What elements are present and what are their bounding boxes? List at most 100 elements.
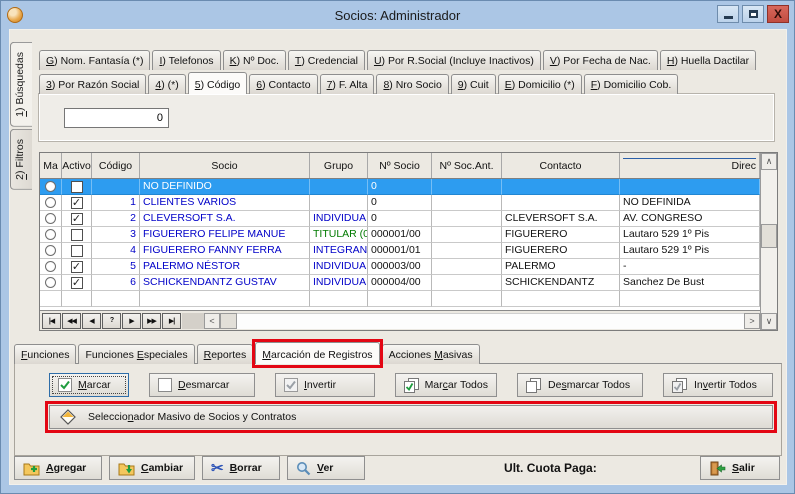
record-nav-button-0[interactable]: |◀	[42, 313, 61, 329]
function-tab-funciones[interactable]: Funciones	[14, 344, 76, 364]
button-label: Borrar	[230, 462, 262, 474]
function-tab-marcaci-n-de-registros[interactable]: Marcación de Registros	[255, 342, 379, 364]
invertir-button[interactable]: Invertir	[275, 373, 375, 397]
grid-row-0[interactable]: NO DEFINIDO0	[40, 179, 760, 195]
cell-direccion: -	[620, 259, 760, 275]
search-tab-t-credencial[interactable]: T) Credencial	[288, 50, 365, 70]
column-header-grupo[interactable]: Grupo	[310, 153, 368, 178]
close-button[interactable]: X	[767, 5, 789, 23]
marcar-button[interactable]: Marcar	[49, 373, 129, 397]
cambiar-button[interactable]: Cambiar	[109, 456, 195, 480]
row-radio[interactable]	[45, 197, 56, 208]
function-tab-funciones-especiales[interactable]: Funciones Especiales	[78, 344, 194, 364]
cell-marca	[40, 227, 62, 243]
function-tab-acciones-masivas[interactable]: Acciones Masivas	[382, 344, 480, 364]
search-tab-4[interactable]: 4) (*)	[148, 74, 185, 94]
grid-row-1[interactable]: ✓1CLIENTES VARIOS0NO DEFINIDA	[40, 195, 760, 211]
borrar-button[interactable]: ✂Borrar	[202, 456, 280, 480]
search-tab-7-f-alta[interactable]: 7) F. Alta	[320, 74, 375, 94]
ult-cuota-paga-label: Ult. Cuota Paga:	[504, 461, 597, 475]
search-tabs-row2: 3) Por Razón Social4) (*)5) Código6) Con…	[39, 70, 678, 94]
exit-door-icon	[709, 461, 726, 476]
v-scroll-thumb[interactable]	[761, 224, 777, 248]
h-scroll-right-button[interactable]: >	[744, 313, 760, 329]
row-radio[interactable]	[45, 245, 56, 256]
column-header-n-soc-ant[interactable]: Nº Soc.Ant.	[432, 153, 502, 178]
column-header-c-digo[interactable]: Código	[92, 153, 140, 178]
cell-codigo	[92, 179, 140, 195]
v-scroll-down-button[interactable]: ∨	[761, 313, 777, 330]
seleccionador-masivo-button[interactable]: Seleccionador Masivo de Socios y Contrat…	[49, 405, 773, 429]
record-nav-button-4[interactable]: ▶	[122, 313, 141, 329]
cell-contacto	[502, 195, 620, 211]
function-tab-reportes[interactable]: Reportes	[197, 344, 254, 364]
activo-checkbox[interactable]	[71, 229, 83, 241]
activo-checkbox[interactable]: ✓	[71, 261, 83, 273]
activo-checkbox[interactable]	[71, 245, 83, 257]
grid-row-3[interactable]: 3FIGUERERO FELIPE MANUETITULAR (0)000001…	[40, 227, 760, 243]
h-scroll-track[interactable]	[237, 313, 744, 329]
row-radio[interactable]	[45, 229, 56, 240]
column-header-activo[interactable]: Activo	[62, 153, 92, 178]
record-nav-button-5[interactable]: ▶▶	[142, 313, 161, 329]
search-tab-u-por-r-social-incluye-inactivos[interactable]: U) Por R.Social (Incluye Inactivos)	[367, 50, 541, 70]
grid-row-4[interactable]: 4FIGUERERO FANNY FERRAINTEGRANT000001/01…	[40, 243, 760, 259]
search-tab-k-n-doc[interactable]: K) Nº Doc.	[223, 50, 286, 70]
grid-row-2[interactable]: ✓2CLEVERSOFT S.A.INDIVIDUAL0CLEVERSOFT S…	[40, 211, 760, 227]
search-tab-6-contacto[interactable]: 6) Contacto	[249, 74, 317, 94]
search-tab-8-nro-socio[interactable]: 8) Nro Socio	[376, 74, 448, 94]
column-header-ma[interactable]: Ma	[40, 153, 62, 178]
column-header-n-socio[interactable]: Nº Socio	[368, 153, 432, 178]
desmarcar-todos-button[interactable]: Desmarcar Todos	[517, 373, 643, 397]
agregar-button[interactable]: Agregar	[14, 456, 102, 480]
side-tab-1-b-squedas[interactable]: 1) Búsquedas	[10, 42, 32, 127]
check-green-icon	[58, 378, 72, 392]
minimize-button[interactable]	[717, 5, 739, 23]
codigo-input[interactable]	[64, 108, 169, 128]
grid-row-6[interactable]: ✓6SCHICKENDANTZ GUSTAVINDIVIDUAL000004/0…	[40, 275, 760, 291]
record-nav-button-6[interactable]: ▶|	[162, 313, 181, 329]
search-tab-h-huella-dactilar[interactable]: H) Huella Dactilar	[660, 50, 756, 70]
activo-checkbox[interactable]: ✓	[71, 277, 83, 289]
cell-nro-soc-ant	[432, 211, 502, 227]
cell-marca	[40, 243, 62, 259]
codigo-search-panel	[39, 94, 774, 141]
titlebar: Socios: Administrador X	[1, 1, 794, 29]
cell-marca	[40, 179, 62, 195]
search-tab-5-c-digo[interactable]: 5) Código	[188, 72, 248, 94]
activo-checkbox[interactable]: ✓	[71, 213, 83, 225]
h-scroll-thumb[interactable]	[220, 313, 237, 329]
invertir-todos-button[interactable]: Invertir Todos	[663, 373, 773, 397]
v-scroll-track[interactable]	[761, 170, 777, 313]
grid-row-5[interactable]: ✓5PALERMO NÉSTORINDIVIDUAL000003/00PALER…	[40, 259, 760, 275]
search-tab-f-domicilio-cob[interactable]: F) Domicilio Cob.	[584, 74, 679, 94]
search-tab-i-telefonos[interactable]: I) Telefonos	[152, 50, 220, 70]
maximize-button[interactable]	[742, 5, 764, 23]
row-radio[interactable]	[45, 181, 56, 192]
side-tab-2-filtros[interactable]: 2) Filtros	[10, 129, 32, 190]
ver-button[interactable]: Ver	[287, 456, 365, 480]
column-header-direccion[interactable]: Direc	[620, 153, 760, 178]
column-header-socio[interactable]: Socio	[140, 153, 310, 178]
grid-row-empty[interactable]	[40, 291, 760, 307]
activo-checkbox[interactable]: ✓	[71, 197, 83, 209]
row-radio[interactable]	[45, 277, 56, 288]
row-radio[interactable]	[45, 261, 56, 272]
salir-button[interactable]: Salir	[700, 456, 780, 480]
cell-contacto: FIGUERERO	[502, 243, 620, 259]
record-nav-button-2[interactable]: ◀	[82, 313, 101, 329]
record-nav-button-3[interactable]: ?	[102, 313, 121, 329]
activo-checkbox[interactable]	[71, 181, 83, 193]
search-tab-3-por-raz-n-social[interactable]: 3) Por Razón Social	[39, 74, 146, 94]
search-tab-e-domicilio[interactable]: E) Domicilio (*)	[498, 74, 582, 94]
desmarcar-button[interactable]: Desmarcar	[149, 373, 255, 397]
search-tab-v-por-fecha-de-nac[interactable]: V) Por Fecha de Nac.	[543, 50, 658, 70]
search-tab-g-nom-fantas-a[interactable]: G) Nom. Fantasía (*)	[39, 50, 150, 70]
search-tab-9-cuit[interactable]: 9) Cuit	[451, 74, 496, 94]
column-header-contacto[interactable]: Contacto	[502, 153, 620, 178]
record-nav-button-1[interactable]: ◀◀	[62, 313, 81, 329]
h-scroll-left-button[interactable]: <	[204, 313, 220, 329]
v-scroll-up-button[interactable]: ∧	[761, 153, 777, 170]
marcar-todos-button[interactable]: Marcar Todos	[395, 373, 497, 397]
row-radio[interactable]	[45, 213, 56, 224]
